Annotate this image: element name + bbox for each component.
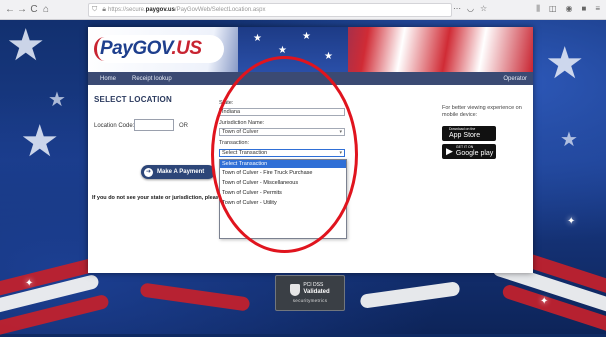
play-icon: ▶: [446, 146, 453, 156]
bookmark-star-icon[interactable]: ☆: [480, 4, 487, 13]
arrow-right-icon: ➜: [144, 167, 153, 177]
banner-star-icon: ★: [324, 51, 333, 62]
url-prefix: https://secure.: [107, 7, 146, 13]
background-star-icon: ★: [48, 89, 66, 111]
sparkle-icon: ✦: [540, 296, 549, 307]
background-star-icon: ★: [545, 39, 585, 88]
logo-swoosh-icon: [94, 37, 115, 61]
extension-icon-2[interactable]: ■: [581, 4, 586, 14]
home-icon[interactable]: ⌂: [40, 4, 52, 15]
paygov-logo[interactable]: PayGOV.US: [94, 35, 224, 63]
flag-stripe: [139, 282, 251, 312]
state-label: State:: [219, 100, 234, 106]
menu-item-home[interactable]: Home: [88, 76, 124, 82]
mobile-note: For better viewing experience on mobile …: [442, 105, 522, 118]
banner-star-icon: ★: [302, 31, 311, 42]
forward-arrow-icon[interactable]: →: [16, 4, 28, 15]
state-field[interactable]: Indiana: [219, 108, 345, 116]
transaction-select[interactable]: Select Transaction ▾: [219, 149, 345, 157]
make-payment-button[interactable]: ➜ Make A Payment: [141, 165, 215, 179]
dropdown-option[interactable]: Town of Culver - Fire Truck Purchase: [220, 168, 346, 178]
background-star-icon: ★: [20, 117, 60, 166]
header-banner: ★ ★ ★ ★ PayGOV.US: [88, 27, 533, 72]
sidebar-icon[interactable]: ◫: [549, 4, 557, 14]
main-content: SELECT LOCATION Location Code: OR State:…: [88, 85, 533, 273]
pocket-icon[interactable]: ◡: [467, 4, 474, 13]
menu-item-receipt-lookup[interactable]: Receipt lookup: [124, 76, 180, 82]
browser-toolbar: ← → C ⌂ ⛉ 🔒︎ https://secure. paygov.us/Pa…: [0, 0, 606, 20]
sparkle-icon: ✦: [567, 216, 576, 227]
toolbar-icons: ⫼ ◫ ◉ ■ ≡: [536, 4, 600, 14]
menu-icon[interactable]: ≡: [595, 4, 600, 14]
menu-item-operator[interactable]: Operator: [503, 76, 527, 82]
address-bar[interactable]: ⛉ 🔒︎ https://secure. paygov.us/PayGovWeb/…: [88, 3, 452, 17]
back-arrow-icon[interactable]: ←: [4, 4, 16, 15]
lock-icon: 🔒︎: [102, 6, 106, 13]
transaction-label: Transaction:: [219, 140, 250, 146]
more-icon[interactable]: ⋯: [453, 4, 461, 13]
logo-text: PayGOV.US: [100, 38, 202, 59]
shield-icon: [290, 283, 301, 296]
dropdown-option[interactable]: Town of Culver - Miscellaneous: [220, 178, 346, 188]
dropdown-option[interactable]: Town of Culver - Permits: [220, 188, 346, 198]
dropdown-option[interactable]: Town of Culver - Utility: [220, 198, 346, 208]
page-actions: ⋯ ◡ ☆: [453, 4, 487, 13]
sparkle-icon: ✦: [25, 278, 34, 289]
pci-dss-badge[interactable]: PCI DSS Validated securitymetrics: [275, 275, 345, 311]
location-code-label: Location Code:: [94, 123, 135, 129]
shield-icon: ⛉: [92, 6, 98, 13]
jurisdiction-select[interactable]: Town of Culver ▾: [219, 128, 345, 136]
url-domain: paygov.us: [145, 7, 175, 13]
location-code-input[interactable]: [134, 119, 174, 131]
banner-star-icon: ★: [253, 33, 262, 44]
background-star-icon: ★: [560, 129, 578, 151]
paygov-card: ★ ★ ★ ★ PayGOV.US Home Receipt lookup Op…: [88, 27, 533, 273]
main-menu: Home Receipt lookup Operator: [88, 72, 533, 85]
app-store-button[interactable]: Download on the App Store: [442, 126, 496, 141]
background-star-icon: ★: [6, 21, 46, 70]
reload-icon[interactable]: C: [28, 4, 40, 15]
banner-star-icon: ★: [278, 45, 287, 56]
extension-icon[interactable]: ◉: [566, 4, 573, 14]
or-label: OR: [179, 123, 188, 129]
page-title: SELECT LOCATION: [94, 95, 172, 104]
jurisdiction-label: Jurisdiction Name:: [219, 120, 265, 126]
chevron-down-icon: ▾: [339, 150, 342, 156]
transaction-dropdown: Select Transaction Town of Culver - Fire…: [219, 159, 347, 239]
dropdown-option[interactable]: Select Transaction: [220, 160, 346, 168]
url-path: /PayGovWeb/SelectLocation.aspx: [174, 7, 266, 13]
jurisdiction-notice: If you do not see your state or jurisdic…: [92, 195, 218, 201]
library-icon[interactable]: ⫼: [536, 4, 540, 14]
flag-stripe: [359, 281, 461, 309]
chevron-down-icon: ▾: [339, 129, 342, 135]
google-play-button[interactable]: ▶ GET IT ON Google play: [442, 144, 496, 159]
